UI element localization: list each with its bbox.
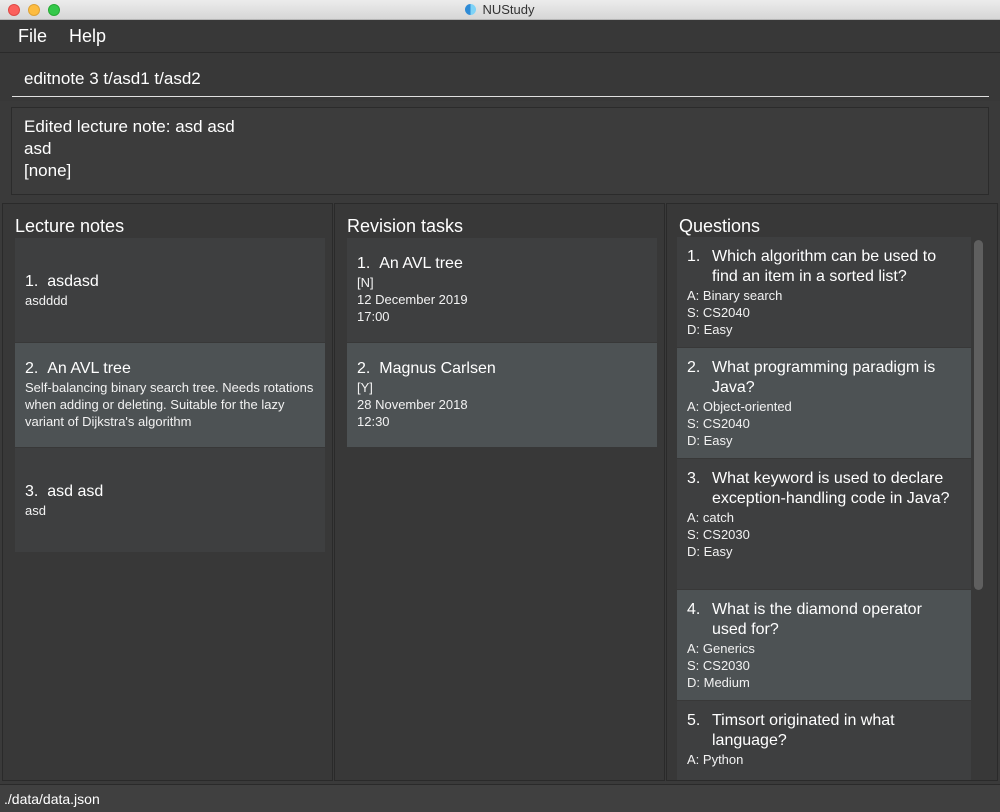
card-body: Self-balancing binary search tree. Needs… — [25, 380, 314, 429]
card-index: 2. — [25, 360, 39, 377]
card-title: An AVL tree — [379, 255, 463, 272]
questions-title: Questions — [679, 216, 761, 236]
task-time: 17:00 — [357, 309, 390, 324]
card-index: 3. — [687, 470, 701, 487]
question-text: What programming paradigm is Java? — [712, 359, 936, 396]
question-subject: S: CS2030 — [687, 527, 750, 542]
question-answer: A: catch — [687, 510, 734, 525]
revision-task-card[interactable]: 2. Magnus Carlsen [Y] 28 November 2018 1… — [347, 343, 657, 447]
question-subject: S: CS2040 — [687, 305, 750, 320]
question-card[interactable]: 3. What keyword is used to declare except… — [677, 459, 971, 589]
title-bar: NUStudy — [0, 0, 1000, 20]
question-difficulty: D: Easy — [687, 433, 733, 448]
lecture-note-card[interactable]: 3. asd asd asd — [15, 448, 325, 552]
menu-bar: File Help — [0, 20, 1000, 53]
card-index: 4. — [687, 601, 701, 618]
question-card[interactable]: 1. Which algorithm can be used to find an… — [677, 237, 971, 347]
task-status: [N] — [357, 275, 374, 290]
question-answer: A: Python — [687, 752, 744, 767]
card-body: asdddd — [25, 293, 68, 308]
question-text: Timsort originated in what language? — [712, 712, 895, 749]
revision-tasks-title: Revision tasks — [347, 216, 464, 236]
card-title: Magnus Carlsen — [379, 360, 496, 377]
question-subject: S: CS2030 — [687, 658, 750, 673]
lecture-notes-panel: Lecture notes 1. asdasd asdddd 2. An AVL… — [2, 203, 333, 781]
card-index: 1. — [357, 255, 371, 272]
question-answer: A: Binary search — [687, 288, 783, 303]
question-difficulty: D: Easy — [687, 322, 733, 337]
window-title: NUStudy — [0, 2, 1000, 17]
card-title: asdasd — [47, 273, 99, 290]
card-index: 1. — [687, 248, 701, 265]
question-difficulty: D: Easy — [687, 544, 733, 559]
question-subject: S: CS2040 — [687, 416, 750, 431]
question-text: What is the diamond operator used for? — [712, 601, 922, 638]
lecture-note-card[interactable]: 2. An AVL tree Self-balancing binary sea… — [15, 343, 325, 447]
result-display: Edited lecture note: asd asd asd [none] — [11, 107, 989, 195]
question-text: Which algorithm can be used to find an i… — [712, 248, 937, 285]
window-title-text: NUStudy — [482, 2, 535, 17]
questions-scrollbar[interactable] — [974, 240, 983, 590]
card-index: 3. — [25, 483, 39, 500]
status-bar: ./data/data.json — [0, 784, 1000, 812]
result-line: [none] — [24, 161, 72, 180]
card-index: 5. — [687, 712, 701, 729]
app-logo-icon — [465, 4, 477, 15]
question-card[interactable]: 4. What is the diamond operator used for?… — [677, 590, 971, 700]
task-time: 12:30 — [357, 414, 390, 429]
revision-task-card[interactable]: 1. An AVL tree [N] 12 December 2019 17:0… — [347, 238, 657, 342]
revision-tasks-panel: Revision tasks 1. An AVL tree [N] 12 Dec… — [334, 203, 665, 781]
result-line: asd — [24, 139, 52, 158]
command-input[interactable] — [12, 61, 989, 97]
question-answer: A: Object-oriented — [687, 399, 792, 414]
card-index: 2. — [357, 360, 371, 377]
lecture-note-card[interactable]: 1. asdasd asdddd — [15, 238, 325, 342]
card-index: 2. — [687, 359, 701, 376]
questions-panel: Questions 1. Which algorithm can be used … — [666, 203, 998, 781]
result-line: Edited lecture note: asd asd — [24, 117, 235, 136]
task-status: [Y] — [357, 380, 373, 395]
question-card[interactable]: 5. Timsort originated in what language? A… — [677, 701, 971, 780]
card-title: An AVL tree — [47, 360, 131, 377]
card-body: asd — [25, 503, 46, 518]
data-file-path: ./data/data.json — [4, 791, 100, 807]
task-date: 12 December 2019 — [357, 292, 468, 307]
card-title: asd asd — [47, 483, 104, 500]
task-date: 28 November 2018 — [357, 397, 468, 412]
lecture-notes-title: Lecture notes — [15, 216, 125, 236]
command-box — [0, 53, 1000, 101]
question-card[interactable]: 2. What programming paradigm is Java? A: … — [677, 348, 971, 458]
question-answer: A: Generics — [687, 641, 755, 656]
question-difficulty: D: Medium — [687, 675, 750, 690]
menu-file[interactable]: File — [18, 26, 47, 47]
menu-help[interactable]: Help — [69, 26, 106, 47]
card-index: 1. — [25, 273, 39, 290]
question-text: What keyword is used to declare exceptio… — [712, 470, 950, 507]
